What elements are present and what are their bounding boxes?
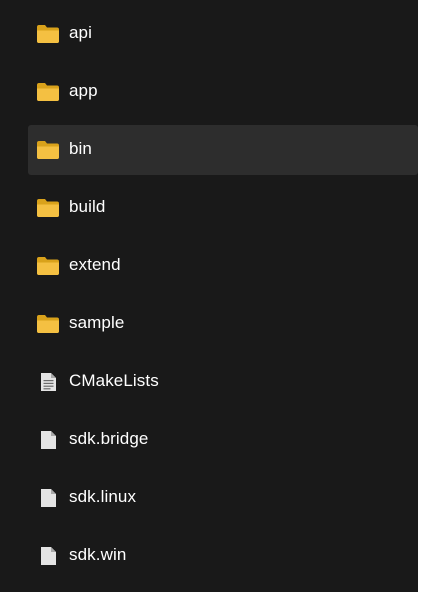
list-item-api[interactable]: api: [28, 9, 418, 59]
file-icon: [36, 546, 60, 566]
list-item-sdk-win[interactable]: sdk.win: [28, 531, 418, 581]
list-item-bin[interactable]: bin: [28, 125, 418, 175]
list-item-build[interactable]: build: [28, 183, 418, 233]
folder-icon: [36, 140, 60, 160]
list-item-sdk-linux[interactable]: sdk.linux: [28, 473, 418, 523]
item-label: build: [69, 197, 106, 216]
item-label: CMakeLists: [69, 371, 159, 390]
file-explorer-panel: api app bin build extend sample CMakeLis…: [0, 0, 418, 592]
item-label: api: [69, 23, 92, 42]
list-item-app[interactable]: app: [28, 67, 418, 117]
item-label: extend: [69, 255, 121, 274]
file-list: api app bin build extend sample CMakeLis…: [28, 9, 418, 589]
item-label: sdk.bridge: [69, 429, 149, 448]
folder-icon: [36, 24, 60, 44]
text-file-icon: [36, 372, 60, 392]
folder-icon: [36, 314, 60, 334]
folder-icon: [36, 82, 60, 102]
file-icon: [36, 430, 60, 450]
folder-icon: [36, 256, 60, 276]
item-label: sample: [69, 313, 125, 332]
list-item-sdk-bridge[interactable]: sdk.bridge: [28, 415, 418, 465]
item-label: sdk.win: [69, 545, 127, 564]
list-item-extend[interactable]: extend: [28, 241, 418, 291]
file-icon: [36, 488, 60, 508]
list-item-sample[interactable]: sample: [28, 299, 418, 349]
folder-icon: [36, 198, 60, 218]
item-label: bin: [69, 139, 92, 158]
item-label: app: [69, 81, 98, 100]
item-label: sdk.linux: [69, 487, 137, 506]
list-item-cmakelists[interactable]: CMakeLists: [28, 357, 418, 407]
